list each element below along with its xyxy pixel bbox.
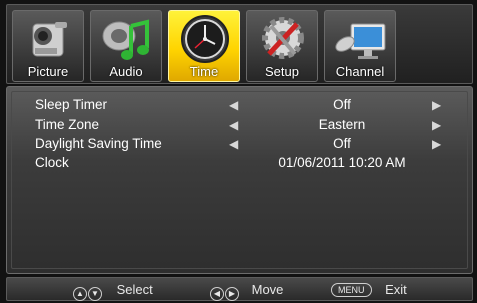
tab-label: Audio [109,64,143,79]
gear-tools-icon [262,17,304,59]
down-arrow-key-icon: ▼ [88,287,102,301]
setting-value: Eastern [318,117,366,132]
left-arrow-icon[interactable]: ◀ [229,138,238,150]
setting-name: Sleep Timer [35,97,108,112]
setting-name: Daylight Saving Time [35,136,162,151]
left-arrow-icon[interactable]: ◀ [229,119,238,131]
right-arrow-icon[interactable]: ▶ [432,119,441,131]
setting-value: Off [333,97,351,112]
setting-name: Clock [35,155,69,170]
up-arrow-key-icon: ▲ [73,287,87,301]
satellite-monitor-icon [335,23,386,59]
menu-tab-bar: Picture Audio Time Setup Channel [6,4,473,84]
setting-row-daylight-saving-time[interactable]: Daylight Saving Time ◀ Off ▶ [7,134,472,154]
select-label: Select [116,282,153,297]
setting-row-clock[interactable]: Clock 01/06/2011 10:20 AM [7,153,472,173]
right-arrow-icon[interactable]: ▶ [432,138,441,150]
tab-time[interactable]: Time [168,10,240,82]
move-label: Move [251,282,284,297]
tab-label: Time [189,64,219,79]
exit-label: Exit [385,282,407,297]
left-arrow-icon[interactable]: ◀ [229,99,238,111]
camcorder-icon [32,22,67,57]
move-hint: ◀ ▶ Move [210,282,283,301]
right-arrow-icon[interactable]: ▶ [432,99,441,111]
tab-setup[interactable]: Setup [246,10,318,82]
tab-audio[interactable]: Audio [90,10,162,82]
tab-picture[interactable]: Picture [12,10,84,82]
key-hint-bar: ▲ ▼ Select ◀ ▶ Move MENU Exit [6,277,473,301]
tv-osd-menu: Picture Audio Time Setup Channel Sleep T… [0,0,477,303]
setting-name: Time Zone [35,117,100,132]
tab-label: Channel [335,64,385,79]
time-settings-panel: Sleep Timer ◀ Off ▶ Time Zone ◀ Eastern … [6,86,473,274]
setting-value: Off [333,136,351,151]
exit-hint: MENU Exit [331,282,407,297]
left-arrow-key-icon: ◀ [210,287,224,301]
setting-row-sleep-timer[interactable]: Sleep Timer ◀ Off ▶ [7,95,472,115]
tab-channel[interactable]: Channel [324,10,396,82]
select-hint: ▲ ▼ Select [73,282,153,301]
music-note-icon [102,19,149,60]
right-arrow-key-icon: ▶ [225,287,239,301]
setting-row-time-zone[interactable]: Time Zone ◀ Eastern ▶ [7,115,472,135]
menu-key-icon: MENU [331,283,372,297]
tab-label: Setup [265,64,299,79]
setting-value: 01/06/2011 10:20 AM [278,155,406,170]
clock-icon [181,15,229,63]
tab-label: Picture [27,64,69,79]
